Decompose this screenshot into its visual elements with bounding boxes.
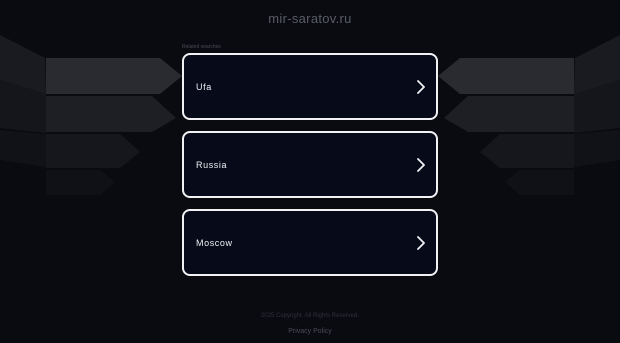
privacy-policy-link[interactable]: Privacy Policy (0, 328, 620, 335)
related-link-label: Moscow (196, 237, 233, 248)
chevron-right-icon (416, 235, 426, 250)
chevron-right-icon (416, 79, 426, 94)
chevron-right-icon (416, 157, 426, 172)
site-title: mir-saratov.ru (268, 11, 352, 26)
related-link-russia[interactable]: Russia (182, 131, 438, 198)
related-link-label: Ufa (196, 81, 212, 92)
related-link-moscow[interactable]: Moscow (182, 209, 438, 276)
related-link-ufa[interactable]: Ufa (182, 53, 438, 120)
related-link-label: Russia (196, 159, 228, 170)
related-links-list: Ufa Russia Moscow (182, 53, 438, 287)
footer-copyright: 2025 Copyright. All Rights Reserved. (260, 313, 360, 319)
related-searches-heading: Related searches (182, 44, 221, 50)
